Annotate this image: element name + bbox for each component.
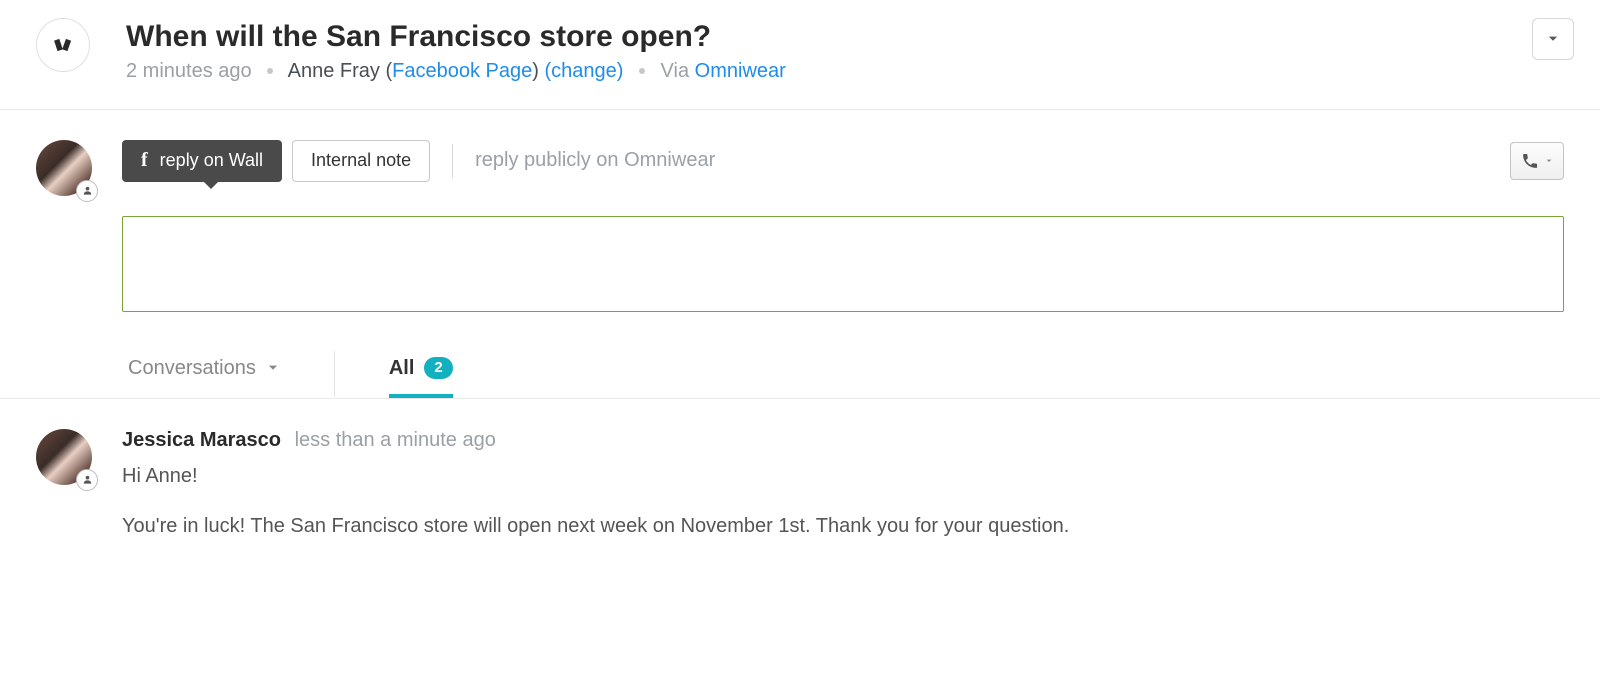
tab-all-label: All [389, 357, 415, 380]
chevron-down-icon [1546, 32, 1560, 46]
reply-toolbar: f reply on Wall Internal note reply publ… [122, 140, 1564, 182]
reply-input[interactable] [122, 216, 1564, 312]
ticket-author: Anne Fray [288, 60, 380, 82]
message-header: Jessica Marasco less than a minute ago [122, 429, 1564, 452]
message-body: Hi Anne! You're in luck! The San Francis… [122, 460, 1564, 542]
reply-on-wall-label: reply on Wall [160, 150, 263, 171]
via-label: Via [661, 60, 690, 82]
chevron-down-icon [266, 361, 280, 375]
agent-avatar [36, 140, 92, 196]
change-channel-link[interactable]: (change) [544, 60, 623, 82]
message-line: You're in luck! The San Francisco store … [122, 510, 1564, 542]
person-icon [82, 474, 93, 485]
person-icon [82, 185, 93, 196]
reply-publicly-option[interactable]: reply publicly on Omniwear [475, 149, 715, 172]
ticket-header: When will the San Francisco store open? … [0, 0, 1600, 110]
tab-all-count: 2 [424, 357, 452, 379]
message-time: less than a minute ago [295, 429, 496, 451]
conversations-dropdown[interactable]: Conversations [128, 357, 280, 398]
via-link[interactable]: Omniwear [695, 60, 786, 82]
channel-icon [36, 18, 90, 72]
ticket-meta: 2 minutes ago Anne Fray (Facebook Page) … [126, 60, 1564, 83]
agent-avatar [36, 429, 92, 485]
tabs-separator [334, 351, 335, 397]
reply-on-wall-button[interactable]: f reply on Wall [122, 140, 282, 182]
ticket-options-dropdown[interactable] [1532, 18, 1574, 60]
message-item: Jessica Marasco less than a minute ago H… [0, 399, 1600, 580]
call-button[interactable] [1510, 142, 1564, 180]
ticket-time: 2 minutes ago [126, 60, 252, 82]
tab-all[interactable]: All 2 [389, 357, 453, 398]
separator-dot [267, 68, 273, 74]
ticket-title: When will the San Francisco store open? [126, 18, 1564, 56]
internal-note-button[interactable]: Internal note [292, 140, 430, 182]
channel-link[interactable]: Facebook Page [392, 60, 532, 82]
conversation-tabs: Conversations All 2 [0, 317, 1600, 399]
facebook-icon: f [141, 149, 148, 172]
conversations-label: Conversations [128, 357, 256, 380]
internal-note-label: Internal note [311, 150, 411, 171]
message-line: Hi Anne! [122, 460, 1564, 492]
toolbar-separator [452, 144, 453, 178]
phone-icon [1521, 152, 1539, 170]
message-author: Jessica Marasco [122, 429, 281, 451]
separator-dot [639, 68, 645, 74]
compose-section: f reply on Wall Internal note reply publ… [0, 110, 1600, 317]
chevron-down-icon [1545, 157, 1553, 165]
avatar-badge [76, 180, 98, 202]
avatar-badge [76, 469, 98, 491]
